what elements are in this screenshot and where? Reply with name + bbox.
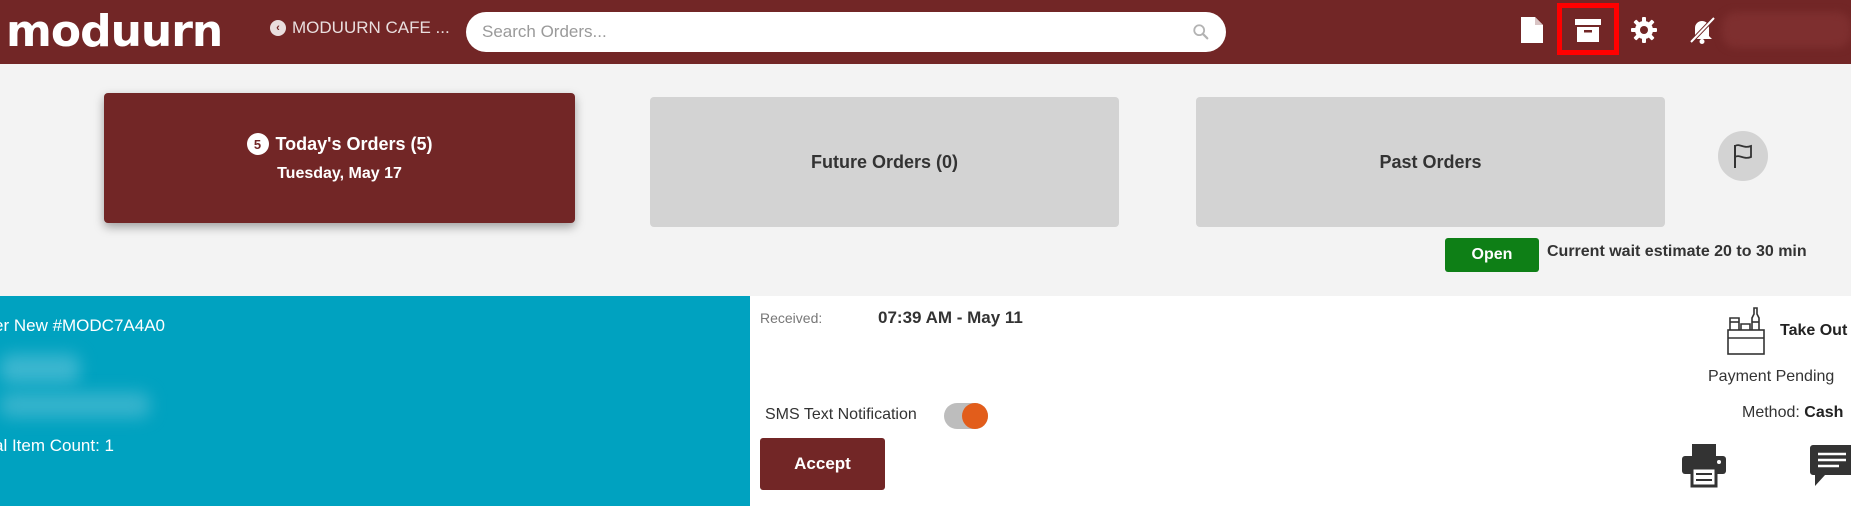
chevron-left-icon: ‹ [270, 20, 286, 36]
order-count-badge: 5 [246, 133, 269, 155]
received-label: Received: [760, 310, 823, 326]
customer-name-blurred [0, 354, 80, 384]
store-selector[interactable]: ‹ MODUURN CAFE ... [270, 16, 450, 40]
payment-status: Payment Pending [1708, 368, 1835, 385]
order-card-details: Received: 07:39 AM - May 11 SMS Text Not… [750, 296, 1851, 506]
search-input[interactable] [482, 22, 1192, 42]
payment-method-label: Method: [1742, 404, 1805, 421]
tab-future-orders[interactable]: Future Orders (0) [650, 97, 1119, 227]
accept-order-button[interactable]: Accept [760, 438, 885, 490]
order-card-summary[interactable]: er New #MODC7A4A0 al Item Count: 1 [0, 296, 750, 506]
sms-notification-toggle[interactable] [944, 403, 988, 429]
tab-todays-orders[interactable]: 5 Today's Orders (5) Tuesday, May 17 [104, 93, 575, 223]
received-value: 07:39 AM - May 11 [878, 308, 1023, 327]
search-icon[interactable] [1192, 23, 1210, 41]
document-icon[interactable] [1516, 14, 1548, 46]
tab-future-orders-label: Future Orders (0) [810, 151, 959, 172]
user-avatar-blurred[interactable] [1722, 12, 1851, 48]
top-navbar: moduurn ‹ MODUURN CAFE ... [0, 0, 1851, 64]
archive-highlight-box [1557, 3, 1619, 55]
wait-estimate-text: Current wait estimate 20 to 30 min [1547, 243, 1807, 260]
payment-method-value: Cash [1804, 404, 1844, 421]
store-open-status-button[interactable]: Open [1445, 238, 1539, 272]
order-item-count: al Item Count: 1 [0, 436, 115, 455]
payment-method: Method: Cash [1742, 404, 1843, 422]
tab-todays-orders-label: Today's Orders (5) [275, 133, 433, 154]
bell-off-icon[interactable] [1686, 14, 1718, 46]
customer-phone-blurred [0, 392, 150, 418]
order-title: er New #MODC7A4A0 [0, 316, 166, 335]
tab-past-orders-label: Past Orders [1379, 151, 1482, 172]
flag-icon [1734, 144, 1752, 168]
store-selector-label: MODUURN CAFE ... [292, 18, 450, 37]
takeout-bag-icon [1727, 307, 1765, 355]
sms-notification-label: SMS Text Notification [765, 406, 917, 423]
search-bar [466, 12, 1226, 52]
app-logo[interactable]: moduurn [6, 6, 223, 57]
order-type-label: Take Out [1780, 322, 1848, 339]
chat-icon[interactable] [1809, 442, 1851, 490]
flag-button[interactable] [1718, 131, 1768, 181]
print-icon[interactable] [1680, 442, 1728, 488]
gear-icon[interactable] [1628, 14, 1660, 46]
tab-todays-orders-date: Tuesday, May 17 [277, 165, 402, 182]
toggle-knob [962, 403, 988, 429]
tab-past-orders[interactable]: Past Orders [1196, 97, 1665, 227]
